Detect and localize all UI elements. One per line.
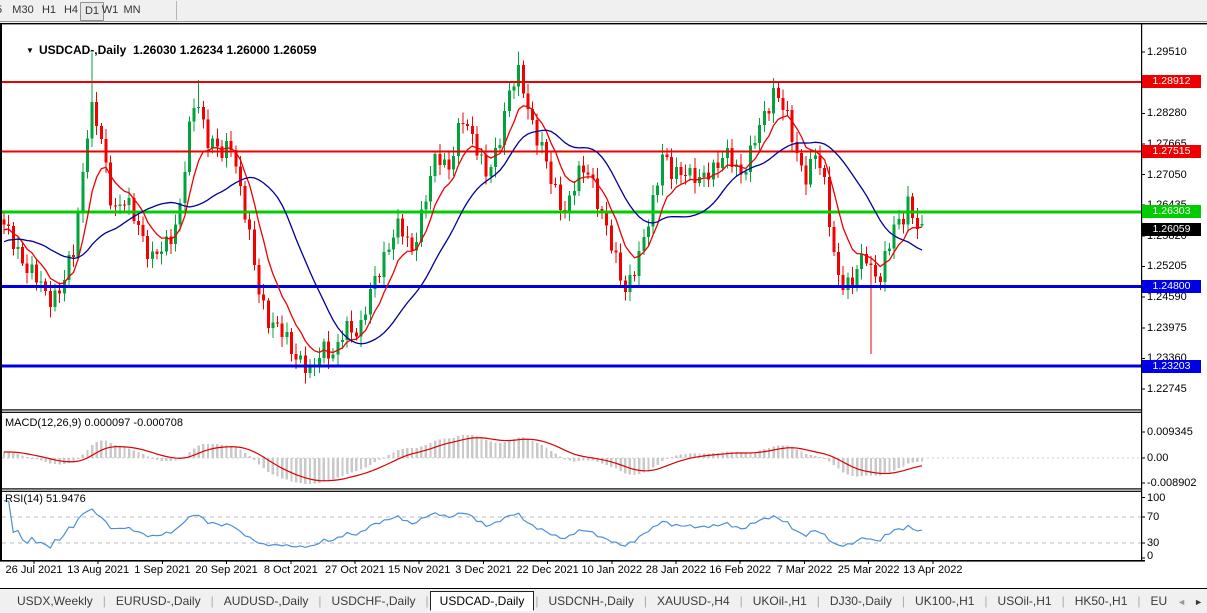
date-label: 20 Sep 2021 (195, 564, 257, 576)
macd-tick-label: 0.009345 (1147, 426, 1205, 438)
sr-line-price-label: 1.23203 (1142, 360, 1201, 373)
rsi-tick-label: 30 (1147, 537, 1205, 549)
timeframe-button-m30[interactable]: M30 (10, 2, 36, 19)
tab-scroll-arrows: ◄► (1171, 589, 1203, 613)
toolbar-separator (176, 1, 177, 20)
date-label: 22 Dec 2021 (516, 564, 578, 576)
sr-line-price-label: 1.27515 (1142, 145, 1201, 158)
dropdown-triangle-icon[interactable]: ▼ (26, 46, 34, 55)
rsi-tick-label: 100 (1147, 492, 1205, 504)
macd-label: MACD(12,26,9) 0.000097 -0.000708 (5, 417, 183, 429)
ohlc-high: 1.26234 (180, 43, 223, 57)
macd-values: 0.000097 -0.000708 (84, 417, 182, 429)
ohlc-close: 1.26059 (273, 43, 316, 57)
tab-ukoil-h1[interactable]: UKOil-,H1 (744, 592, 816, 610)
tab-usdcnh-daily[interactable]: USDCNH-,Daily (539, 592, 642, 610)
price-tick-label: 1.29510 (1147, 46, 1205, 58)
chart-symbol-label: USDCAD-,Daily (39, 43, 126, 57)
date-label: 25 Mar 2022 (838, 564, 900, 576)
tab-usoil-h1[interactable]: USOil-,H1 (989, 592, 1061, 610)
date-label: 3 Dec 2021 (455, 564, 511, 576)
ohlc-low: 1.26000 (226, 43, 269, 57)
tab-audusd-daily[interactable]: AUDUSD-,Daily (215, 592, 318, 610)
price-tick-label: 1.23975 (1147, 322, 1205, 334)
tab-scroll-right-icon[interactable]: ► (1194, 597, 1203, 607)
symbol-tab-bar: USDX,Weekly|EURUSD-,Daily|AUDUSD-,Daily|… (0, 588, 1207, 613)
tab-uk100-h1[interactable]: UK100-,H1 (906, 592, 983, 610)
ohlc-open: 1.26030 (133, 43, 176, 57)
macd-tick-label: -0.008902 (1147, 477, 1205, 489)
date-label: 8 Oct 2021 (264, 564, 318, 576)
sr-line-price-label: 1.28912 (1142, 75, 1201, 88)
sr-line-price-label: 1.24800 (1142, 280, 1201, 293)
date-label: 13 Apr 2022 (903, 564, 962, 576)
tab-usdx-weekly[interactable]: USDX,Weekly (8, 592, 102, 610)
timeframe-button-mn[interactable]: MN (121, 2, 143, 19)
rsi-tick-label: 70 (1147, 511, 1205, 523)
rsi-value: 51.9476 (46, 493, 86, 505)
timeframe-button-5[interactable]: 5 (0, 2, 6, 19)
trading-app-window: 5M30H1H4D1W1MN ▼ USDCAD-,Daily 1.26030 1.… (0, 0, 1207, 613)
timeframe-button-h1[interactable]: H1 (40, 2, 58, 19)
chart-canvas[interactable] (0, 23, 1207, 613)
tab-dj30-daily[interactable]: DJ30-,Daily (821, 592, 901, 610)
chart-title: ▼ USDCAD-,Daily 1.26030 1.26234 1.26000 1… (6, 29, 317, 71)
tab-eurusd-daily[interactable]: EURUSD-,Daily (107, 592, 210, 610)
price-tick-label: 1.25205 (1147, 260, 1205, 272)
date-label: 10 Jan 2022 (582, 564, 643, 576)
date-label: 16 Feb 2022 (709, 564, 771, 576)
price-tick-label: 1.22745 (1147, 383, 1205, 395)
rsi-label: RSI(14) 51.9476 (5, 493, 86, 505)
timeframe-button-w1[interactable]: W1 (100, 2, 120, 19)
tab-scroll-left-icon[interactable]: ◄ (1177, 597, 1186, 607)
price-tick-label: 1.28280 (1147, 107, 1205, 119)
date-label: 27 Oct 2021 (325, 564, 385, 576)
date-label: 26 Jul 2021 (6, 564, 63, 576)
date-label: 13 Aug 2021 (67, 564, 129, 576)
date-label: 7 Mar 2022 (777, 564, 833, 576)
macd-tick-label: 0.00 (1147, 452, 1205, 464)
price-tick-label: 1.27050 (1147, 169, 1205, 181)
tab-usdchf-daily[interactable]: USDCHF-,Daily (323, 592, 425, 610)
date-label: 15 Nov 2021 (388, 564, 450, 576)
date-label: 1 Sep 2021 (134, 564, 190, 576)
rsi-tick-label: 0 (1147, 550, 1205, 562)
tab-xauusd-h4[interactable]: XAUUSD-,H4 (648, 592, 739, 610)
chart-window: ▼ USDCAD-,Daily 1.26030 1.26234 1.26000 1… (0, 23, 1207, 588)
tab-hk50-h1[interactable]: HK50-,H1 (1066, 592, 1137, 610)
tab-usdcad-daily[interactable]: USDCAD-,Daily (430, 591, 535, 611)
timeframe-toolbar: 5M30H1H4D1W1MN (0, 0, 1207, 22)
date-label: 28 Jan 2022 (646, 564, 707, 576)
current-price-label: 1.26059 (1142, 223, 1201, 236)
timeframe-button-h4[interactable]: H4 (62, 2, 80, 19)
sr-line-price-label: 1.26303 (1142, 205, 1201, 218)
